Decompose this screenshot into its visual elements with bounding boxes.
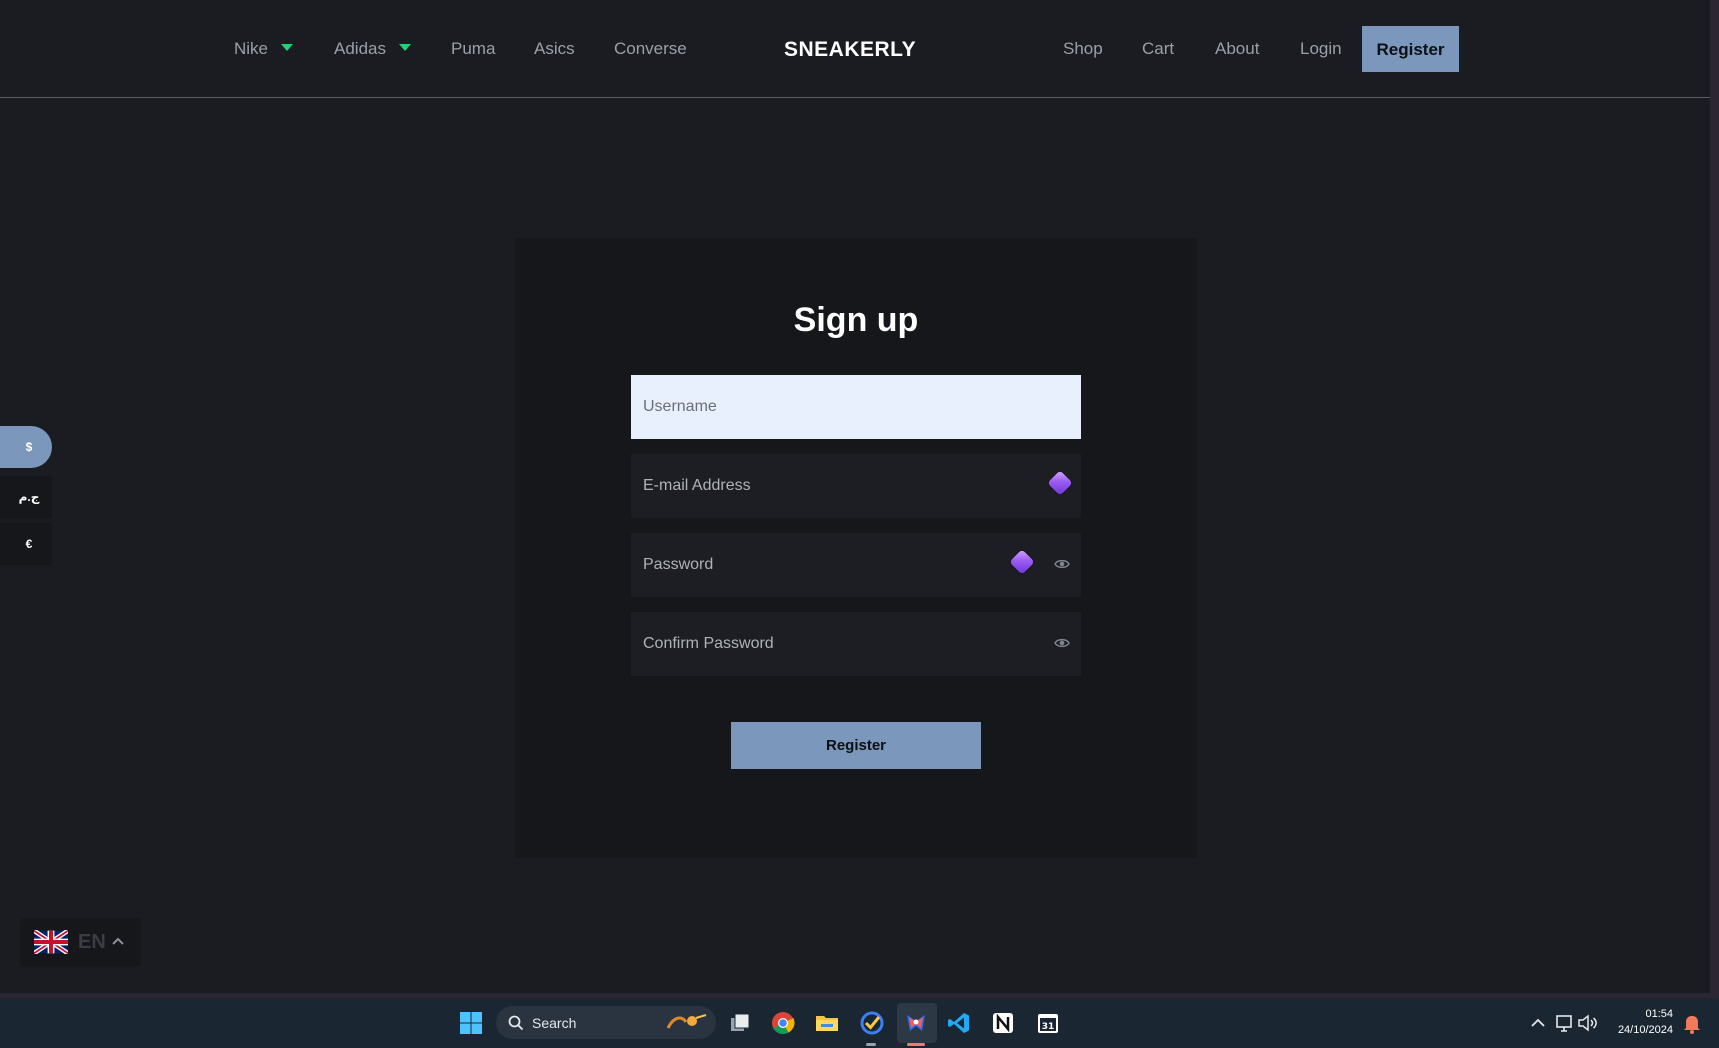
nav-link-about[interactable]: About bbox=[1215, 37, 1259, 61]
register-submit-button[interactable]: Register bbox=[731, 722, 981, 769]
nav-link-label: Shop bbox=[1063, 39, 1103, 58]
taskbar-clock[interactable]: 01:54 24/10/2024 bbox=[1618, 1006, 1673, 1038]
nav-link-puma[interactable]: Puma bbox=[451, 37, 495, 61]
chrome-icon[interactable] bbox=[771, 1011, 795, 1035]
search-highlight-icon bbox=[666, 1014, 707, 1029]
currency-option-egp[interactable]: ج.م bbox=[0, 476, 52, 518]
vscode-icon[interactable] bbox=[947, 1011, 971, 1035]
chevron-up-icon bbox=[112, 937, 124, 945]
nav-link-asics[interactable]: Asics bbox=[534, 37, 575, 61]
search-icon bbox=[508, 1015, 524, 1031]
nav-link-adidas[interactable]: Adidas bbox=[334, 37, 411, 61]
dropdown-caret-icon bbox=[398, 44, 411, 52]
network-icon[interactable] bbox=[1552, 1011, 1576, 1035]
task-view-icon[interactable] bbox=[728, 1011, 752, 1035]
password-field-wrapper bbox=[631, 533, 1081, 597]
nav-link-label: Nike bbox=[234, 39, 269, 58]
taskbar: Search 31 01:54 24/10/2024 bbox=[0, 998, 1719, 1048]
nav-link-shop[interactable]: Shop bbox=[1063, 37, 1103, 61]
windows-start-icon[interactable] bbox=[459, 1011, 483, 1035]
uk-flag-icon bbox=[34, 930, 68, 954]
file-explorer-icon[interactable] bbox=[815, 1011, 839, 1035]
active-indicator bbox=[907, 1043, 925, 1046]
calendar-icon[interactable]: 31 bbox=[1036, 1011, 1060, 1035]
brand-logo[interactable]: SNEAKERLY bbox=[784, 37, 916, 63]
todo-app-icon[interactable] bbox=[860, 1011, 884, 1035]
dropdown-caret-icon bbox=[281, 44, 294, 52]
nav-link-cart[interactable]: Cart bbox=[1142, 37, 1174, 61]
language-switcher[interactable]: EN bbox=[20, 918, 141, 966]
svg-text:31: 31 bbox=[1042, 1022, 1055, 1032]
clock-date: 24/10/2024 bbox=[1617, 1024, 1673, 1036]
nav-link-label: Puma bbox=[451, 39, 496, 58]
email-field-wrapper bbox=[631, 454, 1081, 518]
nav-link-login[interactable]: Login bbox=[1300, 37, 1342, 61]
username-input[interactable] bbox=[631, 375, 1081, 439]
nav-link-nike[interactable]: Nike bbox=[234, 37, 294, 61]
language-code: EN bbox=[78, 931, 106, 953]
signup-card: Sign up Register bbox=[515, 238, 1197, 858]
navbar: Nike Adidas Puma Asics Converse SNEAKERL… bbox=[0, 0, 1710, 98]
show-password-icon[interactable] bbox=[1054, 635, 1070, 651]
show-password-icon[interactable] bbox=[1054, 556, 1070, 572]
page-title: Sign up bbox=[793, 301, 919, 339]
currency-option-eur[interactable]: € bbox=[0, 523, 52, 565]
username-field-wrapper bbox=[631, 375, 1081, 439]
search-label: Search bbox=[532, 1015, 577, 1031]
nav-link-label: Converse bbox=[614, 39, 687, 58]
nav-link-label: Login bbox=[1300, 39, 1342, 58]
nav-link-converse[interactable]: Converse bbox=[614, 37, 687, 61]
nav-register-button[interactable]: Register bbox=[1362, 26, 1459, 72]
taskbar-search[interactable]: Search bbox=[496, 1006, 716, 1039]
email-input[interactable] bbox=[631, 454, 1081, 518]
nav-link-label: Asics bbox=[534, 39, 575, 58]
chevron-up-icon[interactable] bbox=[1526, 1011, 1550, 1035]
notification-bell-icon[interactable] bbox=[1680, 1011, 1704, 1035]
currency-option-usd[interactable]: $ bbox=[0, 426, 52, 468]
nav-link-label: Cart bbox=[1142, 39, 1175, 58]
notion-icon[interactable] bbox=[991, 1011, 1015, 1035]
confirm-password-input[interactable] bbox=[631, 612, 1081, 676]
nav-link-label: About bbox=[1215, 39, 1260, 58]
running-indicator bbox=[866, 1043, 876, 1046]
design-app-icon[interactable] bbox=[904, 1011, 928, 1035]
confirm-password-field-wrapper bbox=[631, 612, 1081, 676]
nav-link-label: Adidas bbox=[334, 39, 386, 58]
volume-icon[interactable] bbox=[1576, 1011, 1600, 1035]
browser-viewport: Nike Adidas Puma Asics Converse SNEAKERL… bbox=[0, 0, 1710, 993]
clock-time: 01:54 bbox=[1645, 1008, 1673, 1020]
